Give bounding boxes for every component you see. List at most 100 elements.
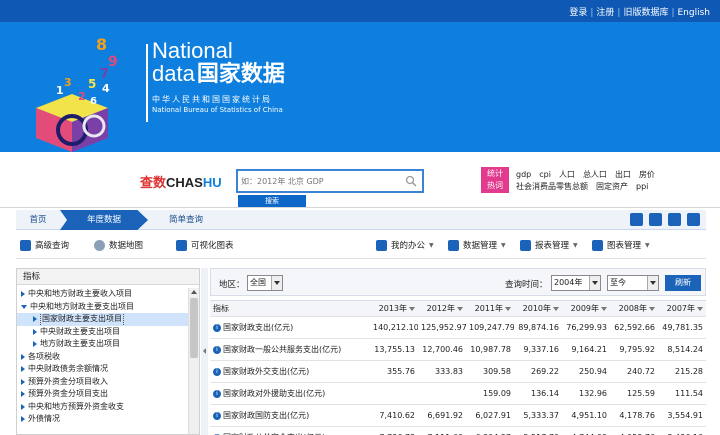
tree-item[interactable]: 中央财政债务余额情况 — [17, 363, 189, 376]
indicator-cell: i 国家财政国防支出(亿元) — [210, 404, 370, 427]
panel-splitter[interactable] — [201, 268, 208, 435]
old-database-link[interactable]: 旧版数据库 — [623, 8, 668, 18]
info-icon[interactable]: i — [213, 323, 221, 332]
report-manage-button[interactable]: 报表管理 ▼ — [520, 239, 578, 251]
sort-icon[interactable] — [553, 306, 559, 311]
simple-query-tab[interactable]: 简单查询 — [156, 210, 216, 230]
hot-word-link[interactable]: cpi — [539, 169, 551, 181]
tree-item[interactable]: 国家财政主要支出项目 — [17, 313, 189, 326]
year-column-header[interactable]: 2008年 — [610, 300, 658, 317]
search-icon[interactable] — [405, 175, 417, 187]
tree-item[interactable]: 预算外资金分项目收入 — [17, 376, 189, 389]
national-data-logo-icon[interactable]: 8 9 7 5 4 3 1 2 6 — [28, 30, 140, 152]
share-icon[interactable] — [687, 213, 700, 226]
tree-item[interactable]: 中央和地方财政主要支出项目 — [17, 301, 189, 314]
tree-item[interactable]: 地方财政主要支出项目 — [17, 338, 189, 351]
hot-word-link[interactable]: 社会消费品零售总额 — [516, 181, 588, 193]
caret-right-icon[interactable] — [21, 391, 25, 398]
year-column-header[interactable]: 2011年 — [466, 300, 514, 317]
info-icon[interactable]: i — [213, 367, 221, 376]
value-cell: 76,299.93 — [562, 316, 610, 339]
value-cell: 136.14 — [514, 382, 562, 405]
year-column-header[interactable]: 2010年 — [514, 300, 562, 317]
export-icon[interactable] — [630, 213, 643, 226]
year-column-header[interactable]: 2007年 — [658, 300, 706, 317]
tree-item[interactable]: 预算外资金分项目支出 — [17, 388, 189, 401]
hot-word-link[interactable]: 固定资产 — [596, 181, 628, 193]
hot-word-link[interactable]: ppi — [636, 181, 648, 193]
chart-manage-button[interactable]: 图表管理 ▼ — [592, 239, 650, 251]
caret-right-icon[interactable] — [21, 403, 25, 410]
hot-word-link[interactable]: 房价 — [639, 169, 655, 181]
hot-word-link[interactable]: 出口 — [615, 169, 631, 181]
caret-right-icon[interactable] — [21, 366, 25, 373]
tree-item[interactable]: 中央财政主要支出项目 — [17, 326, 189, 339]
caret-right-icon[interactable] — [21, 291, 25, 298]
caret-right-icon[interactable] — [21, 416, 25, 423]
refresh-button[interactable]: 刷新 — [665, 275, 701, 291]
indicator-cell: i 国家财政对外援助支出(亿元) — [210, 382, 370, 405]
logo-digit: 7 — [100, 67, 109, 82]
search-input[interactable] — [241, 174, 401, 188]
chashu-logo-en-b: HU — [202, 175, 222, 190]
sort-icon[interactable] — [457, 306, 463, 311]
value-cell: 215.28 — [658, 360, 706, 383]
tree-item[interactable]: 外债情况 — [17, 413, 189, 426]
english-link[interactable]: English — [678, 8, 711, 18]
time-from-select[interactable]: 2004年 — [551, 275, 601, 291]
info-icon[interactable]: i — [213, 411, 221, 420]
info-icon[interactable]: i — [213, 389, 221, 398]
register-link[interactable]: 注册 — [596, 8, 614, 18]
sort-icon[interactable] — [601, 306, 607, 311]
search-tab[interactable]: 搜索 — [238, 195, 306, 207]
visual-chart-button[interactable]: 可视化图表 — [176, 239, 234, 251]
breadcrumb-current[interactable]: 年度数据 — [60, 210, 148, 230]
sort-icon[interactable] — [505, 306, 511, 311]
caret-right-icon[interactable] — [21, 353, 25, 360]
chart-icon — [176, 239, 187, 251]
sort-icon[interactable] — [649, 306, 655, 311]
data-map-button[interactable]: 数据地图 — [94, 239, 143, 251]
tree-item-label: 国家财政主要支出项目 — [40, 313, 124, 326]
indicator-column-header[interactable]: 指标 — [210, 300, 370, 317]
year-column-header[interactable]: 2013年 — [370, 300, 418, 317]
separator: | — [590, 8, 594, 18]
sort-icon[interactable] — [697, 306, 703, 311]
login-link[interactable]: 登录 — [569, 8, 587, 18]
region-select[interactable]: 全国 — [247, 275, 283, 291]
copy-icon[interactable] — [649, 213, 662, 226]
data-manage-button[interactable]: 数据管理 ▼ — [448, 239, 506, 251]
bureau-name-en: National Bureau of Statistics of China — [152, 106, 283, 114]
tree-item[interactable]: 中央和地方预算外资金收支 — [17, 401, 189, 414]
breadcrumb-home[interactable]: 首页 — [16, 210, 60, 230]
hot-word-link[interactable]: 人口 — [559, 169, 575, 181]
tree-item[interactable]: 中央和地方财政主要收入项目 — [17, 288, 189, 301]
hot-words: gdp cpi 人口 总人口 出口 房价 社会消费品零售总额 固定资产 ppi — [516, 169, 696, 193]
caret-right-icon[interactable] — [33, 316, 37, 323]
scroll-thumb[interactable] — [190, 298, 198, 358]
globe-icon — [94, 239, 105, 251]
brand-divider — [146, 44, 148, 122]
value-cell: 3,554.91 — [658, 404, 706, 427]
tree-scrollbar[interactable] — [188, 288, 199, 434]
scroll-up-icon[interactable] — [191, 290, 197, 294]
caret-down-icon[interactable] — [21, 304, 27, 309]
year-column-header[interactable]: 2009年 — [562, 300, 610, 317]
collapse-arrow-icon[interactable] — [203, 348, 206, 354]
caret-right-icon[interactable] — [21, 378, 25, 385]
tree-item[interactable]: 各项税收 — [17, 351, 189, 364]
advanced-query-button[interactable]: 高级查询 — [20, 239, 69, 251]
sort-icon[interactable] — [409, 306, 415, 311]
value-cell: 140,212.10 — [370, 316, 418, 339]
year-column-header[interactable]: 2012年 — [418, 300, 466, 317]
table-row: i 国家财政对外援助支出(亿元) 159.09 136.14 132.96 125.59 1… — [210, 382, 706, 405]
print-icon[interactable] — [668, 213, 681, 226]
my-office-button[interactable]: 我的办公 ▼ — [376, 239, 434, 251]
caret-right-icon[interactable] — [33, 328, 37, 335]
caret-right-icon[interactable] — [33, 341, 37, 348]
value-cell: 4,059.76 — [610, 426, 658, 435]
info-icon[interactable]: i — [213, 345, 221, 354]
hot-word-link[interactable]: 总人口 — [583, 169, 607, 181]
time-to-select[interactable]: 至今 — [607, 275, 659, 291]
hot-word-link[interactable]: gdp — [516, 169, 531, 181]
